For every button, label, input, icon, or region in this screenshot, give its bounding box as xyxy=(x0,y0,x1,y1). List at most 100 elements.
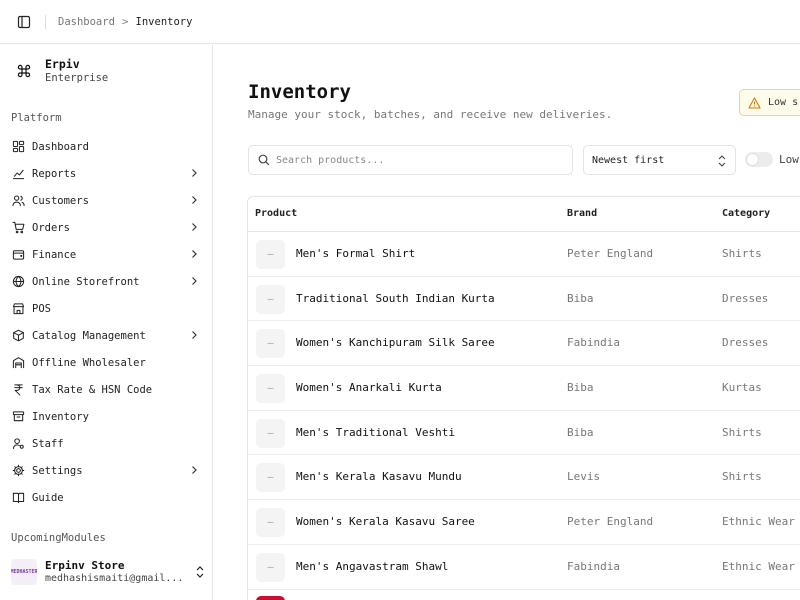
low-stock-toggle[interactable] xyxy=(745,152,773,167)
search-box[interactable] xyxy=(248,145,573,175)
table-row[interactable]: – Men's Formal Shirt Peter England Shirts xyxy=(248,232,800,277)
sidebar-item-label: Settings xyxy=(32,464,83,477)
breadcrumb-current: Inventory xyxy=(135,15,193,28)
sidebar-item-label: Guide xyxy=(32,491,64,504)
low-stock-alert[interactable]: Low s xyxy=(739,89,800,116)
sidebar-item-finance[interactable]: Finance xyxy=(0,241,213,268)
table-row[interactable]: – Women's Kerala Kasavu Saree Peter Englan… xyxy=(248,500,800,545)
sidebar-item-offline-wholesaler[interactable]: Offline Wholesaler xyxy=(0,349,213,376)
page-title: Inventory xyxy=(248,81,351,103)
search-input[interactable] xyxy=(276,154,556,166)
product-brand: Fabindia xyxy=(567,559,620,573)
product-thumbnail: – xyxy=(256,329,285,359)
column-header-brand[interactable]: Brand xyxy=(567,208,597,219)
chevron-right-icon xyxy=(192,466,197,474)
inventory-table: Product Brand Category – Men's Formal Shi… xyxy=(247,196,800,600)
product-thumbnail: – xyxy=(256,552,285,582)
product-brand: Peter England xyxy=(567,515,654,529)
table-row[interactable]: – Women's Kanchipuram Silk Saree Fabindia D… xyxy=(248,321,800,367)
dashboard-icon xyxy=(11,140,25,154)
store-email: medhashismaiti@gmail... xyxy=(45,573,184,584)
product-category: Shirts xyxy=(722,247,762,260)
section-label-upcoming: UpcomingModules xyxy=(11,532,106,544)
sidebar-item-label: Offline Wholesaler xyxy=(32,356,146,369)
product-thumbnail: – xyxy=(256,374,285,404)
sidebar-nav: Dashboard Reports Customers Orders Finance On… xyxy=(0,133,213,511)
column-header-product[interactable]: Product xyxy=(255,208,297,219)
product-brand: Biba xyxy=(567,381,594,395)
table-row[interactable]: – Traditional South Indian Kurta Biba Dress… xyxy=(248,277,800,322)
section-label-platform: Platform xyxy=(11,112,62,124)
sidebar-item-online-storefront[interactable]: Online Storefront xyxy=(0,268,213,295)
product-thumbnail: – xyxy=(256,463,285,493)
chevron-right-icon xyxy=(192,196,197,204)
sidebar-item-label: Inventory xyxy=(32,410,89,423)
product-brand: Levis xyxy=(567,470,601,484)
product-category: Dresses xyxy=(722,291,769,305)
table-row[interactable]: – Men's Traditional Veshti Biba Shirts xyxy=(248,411,800,456)
table-row[interactable]: – Women's Anarkali Kurta Biba Kurtas xyxy=(248,366,800,411)
product-category: Shirts xyxy=(722,470,762,484)
table-row[interactable]: – Men's Kerala Kasavu Mundu Levis Shirts xyxy=(248,455,800,501)
sidebar-item-tax-rate-hsn-code[interactable]: Tax Rate & HSN Code xyxy=(0,376,213,403)
breadcrumb-separator: > xyxy=(121,15,129,28)
sidebar-toggle-icon[interactable] xyxy=(17,15,31,29)
globe-icon xyxy=(11,275,25,289)
sidebar-item-label: Reports xyxy=(32,167,77,180)
table-row[interactable]: – Men's Angavastram Shawl Fabindia Ethnic W… xyxy=(248,545,800,590)
product-brand: Biba xyxy=(567,291,594,305)
store-switcher[interactable]: MEDHASTER Erpinv Store medhashismaiti@gm… xyxy=(11,559,206,585)
toggle-knob xyxy=(747,154,758,165)
sort-select[interactable]: Newest first xyxy=(583,145,736,175)
sidebar-item-guide[interactable]: Guide xyxy=(0,484,213,511)
table-body: – Men's Formal Shirt Peter England Shirts – T… xyxy=(248,232,800,590)
page-subtitle: Manage your stock, batches, and receive … xyxy=(248,108,613,121)
breadcrumb-dashboard[interactable]: Dashboard xyxy=(58,16,115,28)
product-thumbnail: – xyxy=(256,508,285,538)
search-icon xyxy=(258,154,270,166)
sidebar-item-label: Staff xyxy=(32,437,64,450)
column-header-category[interactable]: Category xyxy=(722,208,770,219)
users-icon xyxy=(11,194,25,208)
sidebar-item-dashboard[interactable]: Dashboard xyxy=(0,133,213,160)
sidebar-item-reports[interactable]: Reports xyxy=(0,160,213,187)
product-name: Men's Kerala Kasavu Mundu xyxy=(296,470,462,484)
workspace-plan: Enterprise xyxy=(45,72,109,84)
table-header: Product Brand Category xyxy=(248,197,800,232)
sidebar-item-pos[interactable]: POS xyxy=(0,295,213,322)
top-bar: Dashboard > Inventory xyxy=(0,0,800,44)
sidebar-item-label: POS xyxy=(32,302,51,315)
store-icon xyxy=(11,302,25,316)
chevron-right-icon xyxy=(192,250,197,258)
chart-icon xyxy=(11,167,25,181)
product-thumbnail xyxy=(256,596,285,600)
workspace-switcher[interactable]: Erpiv Enterprise xyxy=(11,57,108,85)
product-thumbnail: – xyxy=(256,284,285,314)
package-icon xyxy=(11,329,25,343)
sidebar-item-staff[interactable]: Staff xyxy=(0,430,213,457)
sidebar-item-orders[interactable]: Orders xyxy=(0,214,213,241)
store-name: Erpinv Store xyxy=(45,559,125,572)
sort-select-value: Newest first xyxy=(592,154,665,166)
product-name: Men's Formal Shirt xyxy=(296,247,416,260)
sidebar-item-label: Tax Rate & HSN Code xyxy=(32,383,153,396)
chevron-right-icon xyxy=(192,169,197,177)
product-name: Men's Angavastram Shawl xyxy=(296,559,449,573)
gear-icon xyxy=(11,464,25,478)
book-icon xyxy=(11,491,25,505)
sidebar-item-customers[interactable]: Customers xyxy=(0,187,213,214)
product-brand: Peter England xyxy=(567,247,654,260)
sidebar-item-catalog-management[interactable]: Catalog Management xyxy=(0,322,213,349)
product-thumbnail: – xyxy=(256,240,285,269)
chevron-right-icon xyxy=(192,223,197,231)
sidebar-item-inventory[interactable]: Inventory xyxy=(0,403,213,430)
chevrons-up-down-icon xyxy=(718,155,726,167)
warehouse-icon xyxy=(11,356,25,370)
sidebar-item-label: Online Storefront xyxy=(32,275,140,288)
product-name: Women's Anarkali Kurta xyxy=(296,381,442,395)
sidebar-item-settings[interactable]: Settings xyxy=(0,457,213,484)
workspace-name: Erpiv xyxy=(45,57,80,71)
topbar-divider xyxy=(45,14,46,29)
wallet-icon xyxy=(11,248,25,262)
product-name: Women's Kerala Kasavu Saree xyxy=(296,515,475,529)
